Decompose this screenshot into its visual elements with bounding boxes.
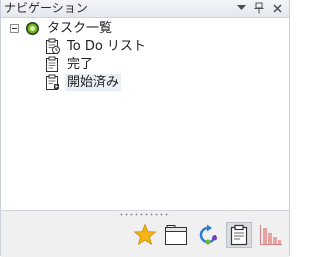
pin-icon[interactable] xyxy=(252,1,266,15)
folder-icon[interactable] xyxy=(163,222,189,248)
tree-root-label: タスク一覧 xyxy=(47,21,113,36)
clipboard-clock-icon xyxy=(45,38,61,55)
dropdown-arrow-icon[interactable] xyxy=(234,1,248,15)
clipboard-start-icon xyxy=(45,74,61,91)
collapse-icon[interactable] xyxy=(10,24,19,33)
pane-title: ナビゲーション xyxy=(4,1,88,15)
splitter-grip[interactable] xyxy=(119,213,169,216)
tree-item-todo-list[interactable]: To Do リスト xyxy=(45,38,148,55)
close-icon[interactable] xyxy=(270,1,284,15)
navigation-pane: ナビゲーション タスク一覧 To Do リスト 完了 開始済み xyxy=(0,0,290,257)
clipboard-icon[interactable] xyxy=(226,222,252,248)
chart-icon[interactable] xyxy=(258,222,284,248)
tree-item-label: 開始済み xyxy=(65,74,122,91)
tree-root-task-list[interactable]: タスク一覧 xyxy=(25,20,114,37)
pane-titlebar: ナビゲーション xyxy=(1,0,289,18)
star-icon[interactable] xyxy=(132,222,158,248)
tree-item-label: 完了 xyxy=(67,57,94,72)
clipboard-icon xyxy=(45,56,61,73)
tree-item-completed[interactable]: 完了 xyxy=(45,56,95,73)
green-circle-icon xyxy=(25,21,40,36)
sync-icon[interactable] xyxy=(195,222,221,248)
tree-item-started[interactable]: 開始済み xyxy=(45,74,122,91)
tree-item-label: To Do リスト xyxy=(67,39,146,54)
